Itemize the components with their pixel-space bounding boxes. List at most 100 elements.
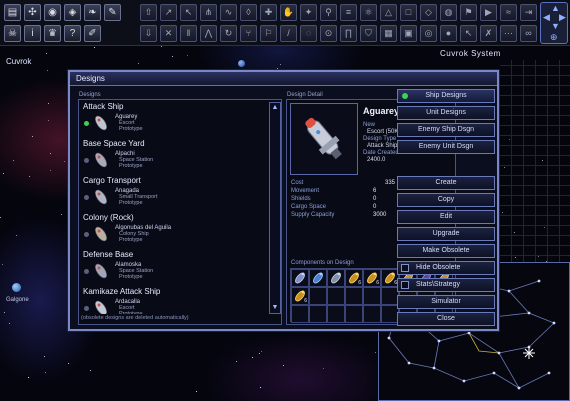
component-slot[interactable] bbox=[309, 305, 327, 323]
eye-icon[interactable]: ◎ bbox=[420, 25, 437, 42]
edit-button[interactable]: Edit bbox=[397, 210, 495, 224]
x-icon[interactable]: ✗ bbox=[480, 25, 497, 42]
component-slot[interactable]: 6 bbox=[363, 269, 381, 287]
marker-icon[interactable]: ⚐ bbox=[260, 25, 277, 42]
cursor-icon[interactable]: ↖ bbox=[460, 25, 477, 42]
view-navigation-pad[interactable]: ▲ ◀ ▶ ▼ ⊕ bbox=[540, 2, 568, 44]
nav-down-icon[interactable]: ▼ bbox=[551, 21, 560, 31]
crown-icon[interactable]: ♛ bbox=[44, 25, 61, 42]
ship2-icon[interactable]: ⇩ bbox=[140, 25, 157, 42]
skull-icon[interactable]: ☠ bbox=[4, 25, 21, 42]
diamond-icon[interactable]: ◇ bbox=[420, 4, 437, 21]
fork2-icon[interactable]: ⑂ bbox=[240, 25, 257, 42]
planet2-icon[interactable]: ● bbox=[440, 25, 457, 42]
component-slot[interactable] bbox=[345, 305, 363, 323]
chart-icon[interactable]: ↗ bbox=[160, 4, 177, 21]
upgrade-button[interactable]: Upgrade bbox=[397, 227, 495, 241]
bars-icon[interactable]: ‖ bbox=[180, 25, 197, 42]
cross-icon[interactable]: ✕ bbox=[160, 25, 177, 42]
help-icon[interactable]: ? bbox=[64, 25, 81, 42]
category-header[interactable]: Attack Ship bbox=[81, 102, 267, 112]
drop-icon[interactable]: ◊ bbox=[240, 4, 257, 21]
close-button[interactable]: Close bbox=[397, 312, 495, 326]
shield-icon[interactable]: ⛉ bbox=[360, 25, 377, 42]
nav-right-icon[interactable]: ▶ bbox=[559, 12, 566, 23]
component-slot[interactable] bbox=[291, 269, 309, 287]
design-entry[interactable]: Algonubas del Aguila Colony Ship Prototype bbox=[81, 223, 267, 250]
hide-obsolete-checkbox[interactable]: Hide Obsolete bbox=[397, 261, 495, 275]
hand-icon[interactable]: ✋ bbox=[280, 4, 297, 21]
design-entry[interactable]: Alamoska Space Station Prototype bbox=[81, 260, 267, 287]
design-entry[interactable]: Ardacalla Escort Prototype bbox=[81, 297, 267, 314]
planet-marker[interactable] bbox=[238, 60, 245, 67]
spark-icon[interactable]: ✦ bbox=[300, 4, 317, 21]
pin-icon[interactable]: ⚲ bbox=[320, 4, 337, 21]
component-slot[interactable]: 6 bbox=[345, 269, 363, 287]
arrow-icon[interactable]: ↖ bbox=[180, 4, 197, 21]
flag-icon[interactable]: ⚑ bbox=[460, 4, 477, 21]
designs-list[interactable]: Attack Ship Aguarey Escort Prototype Base Sp… bbox=[81, 102, 267, 314]
category-header[interactable]: Colony (Rock) bbox=[81, 213, 267, 223]
dots-icon[interactable]: ⋯ bbox=[500, 25, 517, 42]
square-icon[interactable]: □ bbox=[400, 4, 417, 21]
component-slot[interactable] bbox=[363, 287, 381, 305]
stack-icon[interactable]: ≡ bbox=[340, 4, 357, 21]
atom-icon[interactable]: ⚛ bbox=[360, 4, 377, 21]
category-header[interactable]: Base Space Yard bbox=[81, 139, 267, 149]
stats-strategy-checkbox[interactable]: Stats\Strategy bbox=[397, 278, 495, 292]
loop-icon[interactable]: ↻ bbox=[220, 25, 237, 42]
scroll-up-icon[interactable]: ▲ bbox=[270, 103, 280, 113]
tab-unit-designs[interactable]: Unit Designs bbox=[397, 106, 495, 120]
fleet-icon[interactable]: ◈ bbox=[64, 4, 81, 21]
nav-left-icon[interactable]: ◀ bbox=[543, 12, 550, 23]
tab-enemy-unit-dsgn[interactable]: Enemy Unit Dsgn bbox=[397, 140, 495, 154]
design-entry[interactable]: Aguarey Escort Prototype bbox=[81, 112, 267, 139]
tool-icon[interactable]: ✚ bbox=[260, 4, 277, 21]
wave-icon[interactable]: ≈ bbox=[500, 4, 517, 21]
planet-galgone[interactable] bbox=[12, 283, 21, 292]
category-header[interactable]: Cargo Transport bbox=[81, 176, 267, 186]
globe-icon[interactable]: ◍ bbox=[440, 4, 457, 21]
component-slot[interactable] bbox=[363, 305, 381, 323]
tech-icon[interactable]: ✣ bbox=[24, 4, 41, 21]
checkbox-icon[interactable] bbox=[401, 281, 409, 289]
tab-enemy-ship-dsgn[interactable]: Enemy Ship Dsgn bbox=[397, 123, 495, 137]
make-obsolete-button[interactable]: Make Obsolete bbox=[397, 244, 495, 258]
triangle-icon[interactable]: △ bbox=[380, 4, 397, 21]
end-icon[interactable]: ⇥ bbox=[520, 4, 537, 21]
simulator-button[interactable]: Simulator bbox=[397, 295, 495, 309]
component-slot[interactable] bbox=[327, 287, 345, 305]
ship-icon[interactable]: ⇧ bbox=[140, 4, 157, 21]
checkbox-icon[interactable] bbox=[401, 264, 409, 272]
component-slot[interactable] bbox=[327, 305, 345, 323]
orbit-icon[interactable]: ◌ bbox=[300, 25, 317, 42]
beam-icon[interactable]: / bbox=[280, 25, 297, 42]
scroll-down-icon[interactable]: ▼ bbox=[270, 303, 280, 313]
link-icon[interactable]: ∞ bbox=[520, 25, 537, 42]
list-scrollbar[interactable]: ▲ ▼ bbox=[269, 102, 281, 314]
tab-ship-designs[interactable]: Ship Designs bbox=[397, 89, 495, 103]
component-slot[interactable] bbox=[309, 269, 327, 287]
tools-icon[interactable]: ✎ bbox=[104, 4, 121, 21]
category-header[interactable]: Kamikaze Attack Ship bbox=[81, 287, 267, 297]
planet-icon[interactable]: ◉ bbox=[44, 4, 61, 21]
play-icon[interactable]: ▶ bbox=[480, 4, 497, 21]
gate-icon[interactable]: ∏ bbox=[340, 25, 357, 42]
design-entry[interactable]: Anagada Small Transport Prototype bbox=[81, 186, 267, 213]
grid-icon[interactable]: ▦ bbox=[380, 25, 397, 42]
component-slot[interactable]: 6 bbox=[291, 287, 309, 305]
pencil-icon[interactable]: ✐ bbox=[84, 25, 101, 42]
design-entry[interactable]: Alpachi Space Station Prototype bbox=[81, 149, 267, 176]
component-slot[interactable] bbox=[309, 287, 327, 305]
component-slot[interactable] bbox=[327, 269, 345, 287]
component-slot[interactable] bbox=[291, 305, 309, 323]
split-icon[interactable]: ⋀ bbox=[200, 25, 217, 42]
copy-button[interactable]: Copy bbox=[397, 193, 495, 207]
info-icon[interactable]: i bbox=[24, 25, 41, 42]
fork-icon[interactable]: ⋔ bbox=[200, 4, 217, 21]
category-header[interactable]: Defense Base bbox=[81, 250, 267, 260]
create-button[interactable]: Create bbox=[397, 176, 495, 190]
zoom-icon[interactable]: ⊕ bbox=[550, 32, 558, 43]
race-icon[interactable]: ❧ bbox=[84, 4, 101, 21]
route-icon[interactable]: ∿ bbox=[220, 4, 237, 21]
